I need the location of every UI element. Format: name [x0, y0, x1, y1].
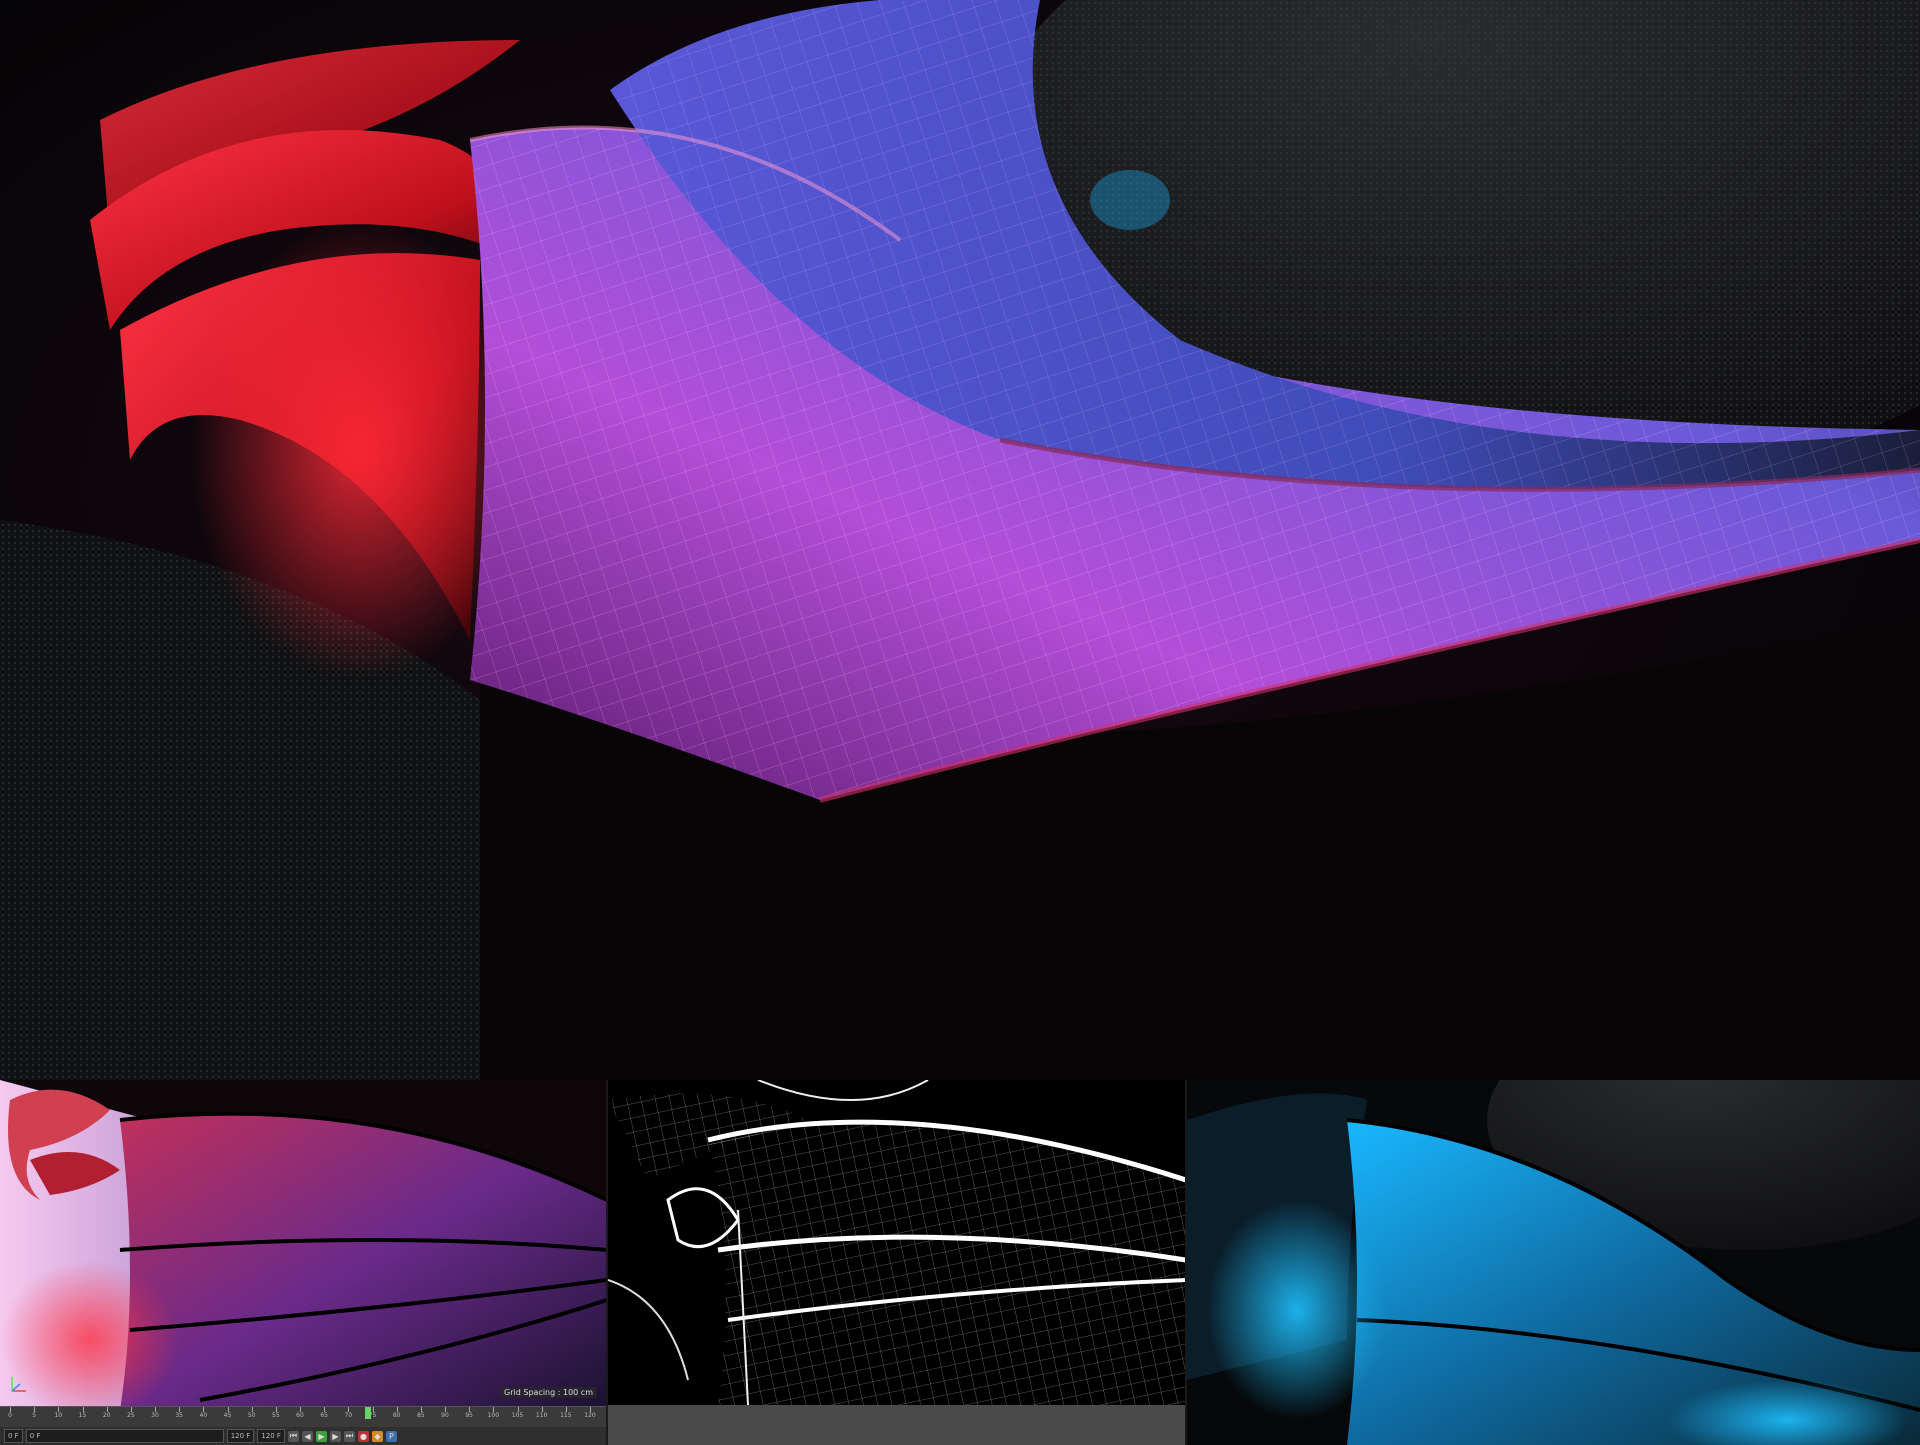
ruler-tick-label: 60	[296, 1412, 304, 1419]
ruler-tick-label: 45	[223, 1412, 232, 1419]
ruler-tick-label: 105	[511, 1412, 524, 1419]
ruler-tick-label: 110	[535, 1412, 548, 1419]
ruler-tick-label: 10	[54, 1412, 63, 1419]
ruler-tick-label: 85	[417, 1412, 425, 1419]
ruler-tick-label: 80	[392, 1412, 401, 1419]
ruler-tick-label: 0	[8, 1412, 12, 1419]
ruler-tick-label: 115	[560, 1412, 572, 1419]
axis-gizmo	[8, 1373, 30, 1395]
end-frame-field[interactable]: 120 F	[226, 1429, 255, 1443]
rewind-icon[interactable]: ⏮	[287, 1430, 299, 1442]
ruler-tick-label: 35	[175, 1412, 183, 1419]
grid-spacing-label: Grid Spacing : 100 cm	[500, 1387, 597, 1398]
hero-render-art	[0, 0, 1920, 1080]
ruler-tick-label: 5	[32, 1412, 37, 1419]
wireframe-footer	[608, 1405, 1186, 1445]
wireframe-preview	[608, 1080, 1186, 1405]
ruler-tick-label: 25	[127, 1412, 135, 1419]
ruler-tick-label: 100	[487, 1412, 500, 1419]
ruler-tick-label: 15	[78, 1412, 87, 1419]
step-back-icon[interactable]: ◀	[301, 1430, 313, 1442]
ruler-tick-label: 90	[441, 1412, 449, 1419]
cyan-render-preview	[1187, 1080, 1920, 1445]
wireframe-preview-art	[608, 1080, 1186, 1405]
keyframe-icon[interactable]: ◆	[371, 1430, 383, 1442]
cyan-render-art	[1187, 1080, 1920, 1445]
transport-bar: 0 F 0 F 120 F 120 F ⏮ ◀ ▶ ▶ ⏭ ● ◆ P	[0, 1427, 607, 1445]
hero-render	[0, 0, 1920, 1080]
auto-key-icon[interactable]: P	[385, 1430, 397, 1442]
ruler-tick-label: 120	[584, 1412, 596, 1419]
step-forward-icon[interactable]: ▶	[329, 1430, 341, 1442]
ruler-tick-label: 65	[320, 1412, 328, 1419]
ruler-tick-label: 95	[465, 1412, 473, 1419]
ruler-tick-label: 30	[151, 1412, 159, 1419]
start-frame-field[interactable]: 0 F	[25, 1429, 224, 1443]
record-icon[interactable]: ●	[357, 1430, 369, 1442]
playhead[interactable]	[365, 1407, 371, 1419]
timeline-ruler[interactable]: 0 5 10 15 20 25 30 35 40 45 50 55 60 65 70 75 80 85 90 95 10…	[0, 1406, 607, 1427]
ruler-tick-label: 55	[272, 1412, 280, 1419]
play-icon[interactable]: ▶	[315, 1430, 327, 1442]
ruler-tick-label: 20	[102, 1412, 111, 1419]
ruler-tick-label: 40	[199, 1412, 208, 1419]
ruler-tick-label: 70	[344, 1412, 353, 1419]
fast-forward-icon[interactable]: ⏭	[343, 1430, 355, 1442]
max-frame-field[interactable]: 120 F	[257, 1429, 285, 1443]
current-frame-field[interactable]: 0 F	[4, 1429, 23, 1443]
viewport-preview: Grid Spacing : 100 cm 0 5 10 15 20 25 30 35 40 45…	[0, 1080, 607, 1445]
ruler-tick-label: 50	[247, 1412, 256, 1419]
